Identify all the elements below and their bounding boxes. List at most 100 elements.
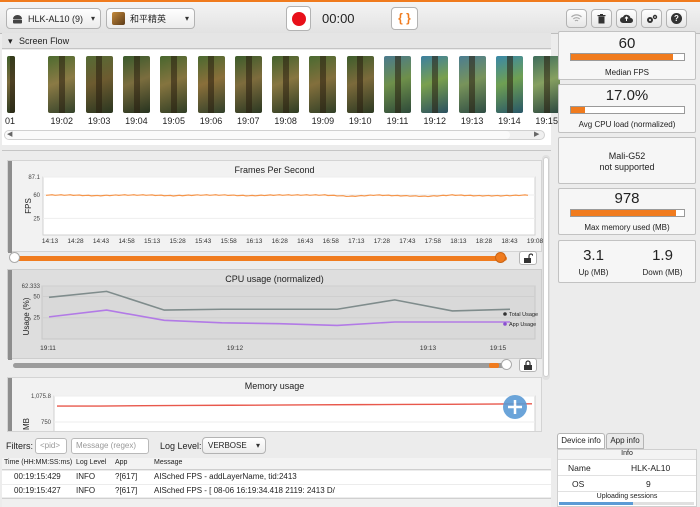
screenshot-thumbnail[interactable] (48, 56, 76, 113)
unlock-icon (524, 253, 533, 263)
y-tick-label: 750 (41, 420, 52, 426)
log-table-header: Time (HH:MM:SS:ms) Log Level App Message (2, 458, 551, 470)
gpu-name: Mali-G52 (608, 151, 646, 161)
screenshot-thumbnail[interactable] (85, 56, 113, 113)
time-range-slider[interactable] (13, 256, 507, 261)
median-fps-bar (570, 53, 685, 61)
pid-filter-input[interactable]: <pid> (35, 438, 67, 454)
screenshot-time-label: 19:14 (498, 116, 521, 126)
x-tick-label: 14:58 (118, 238, 135, 245)
delete-button[interactable] (591, 9, 612, 28)
toolbar: HLK-AL10 (9) ▾ 和平精英 ▾ 00:00 { } ? (0, 0, 700, 34)
cpu-card: 17.0% Avg CPU load (normalized) (558, 84, 696, 133)
wifi-button[interactable] (566, 9, 587, 28)
x-tick-label: 14:28 (67, 238, 84, 245)
screenshot-thumbnail[interactable] (197, 56, 225, 113)
fps-chart: 87.1 60 25FPS 14:13 14:28 14:43 14:58 15:13 15:2… (24, 175, 543, 245)
screenshot-thumbnail[interactable] (346, 56, 374, 113)
screenshot-thumbnail[interactable] (495, 56, 523, 113)
screenshot-thumbnail[interactable] (458, 56, 486, 113)
slider-start-handle[interactable] (9, 252, 20, 263)
col-log-level[interactable]: Log Level (76, 459, 106, 466)
cpu-bar (570, 106, 685, 114)
lock-button[interactable] (519, 251, 537, 265)
screenshot-thumbnail[interactable] (421, 56, 449, 113)
log-message: AISched FPS - addLayerName, tid:2413 (154, 472, 297, 481)
col-time[interactable]: Time (HH:MM:SS:ms) (4, 459, 72, 466)
tab-app-info[interactable]: App info (606, 433, 644, 449)
cpu-range-slider[interactable] (13, 363, 507, 368)
app-icon (112, 12, 125, 25)
x-tick-label: 15:43 (195, 238, 212, 245)
x-tick-label: 17:13 (348, 238, 365, 245)
plot-area (53, 395, 536, 431)
screenshot-thumbnail[interactable] (309, 56, 337, 113)
settings-button[interactable] (641, 9, 662, 28)
memory-bar (570, 209, 685, 217)
x-tick-label: 16:58 (323, 238, 340, 245)
json-button[interactable]: { } (391, 7, 418, 30)
app-name: 和平精英 (130, 14, 167, 24)
x-tick-label: 15:58 (221, 238, 238, 245)
screenshot-thumbnail[interactable] (272, 56, 300, 113)
message-filter-input[interactable]: Message (regex) (71, 438, 149, 454)
cpu-range-selection[interactable] (489, 363, 499, 368)
cpu-slider-handle[interactable] (501, 359, 512, 370)
cloud-upload-button[interactable] (616, 9, 637, 28)
lock-icon (524, 360, 532, 370)
info-value: HLK-AL10 (631, 463, 671, 473)
collapse-triangle-icon: ▾ (8, 36, 13, 46)
y-tick-label: 1,075.8 (31, 394, 52, 400)
memory-chart: 1,075.8750500MB (22, 394, 536, 431)
screenshot-thumbnail[interactable] (234, 56, 262, 113)
x-tick-label: 18:13 (450, 238, 467, 245)
col-message[interactable]: Message (154, 459, 182, 466)
slider-end-handle[interactable] (495, 252, 506, 263)
legend-entry: Total Usage (509, 312, 538, 318)
x-tick-label: 19:12 (227, 345, 244, 352)
x-tick-label: 16:13 (246, 238, 263, 245)
device-selector[interactable]: HLK-AL10 (9) ▾ (6, 8, 101, 29)
x-tick-label: 18:28 (476, 238, 493, 245)
scroll-left-icon[interactable]: ◀ (7, 130, 12, 138)
legend-marker (503, 322, 507, 326)
chevron-down-icon: ▾ (90, 14, 95, 23)
screenshot-time-label: 01 (4, 116, 15, 126)
cpu-lock-button[interactable] (519, 358, 537, 372)
table-row[interactable]: 00:19:15:429 INFO ?[617] AISched FPS - a… (2, 471, 551, 484)
log-app: ?[617] (115, 472, 138, 481)
cpu-chart-panel: CPU usage (normalized) 62.333 50 25 Usage (… (7, 269, 542, 360)
screenshot-thumbnail[interactable] (122, 56, 150, 113)
info-key: OS (572, 479, 585, 489)
download-value: 1.9 (652, 247, 673, 264)
help-button[interactable]: ? (666, 9, 687, 28)
log-scrollbar[interactable] (2, 498, 551, 507)
gpu-card: Mali-G52 not supported (558, 137, 696, 184)
screenshot-time-label: 19:11 (386, 116, 409, 126)
filters-label: Filters: (6, 441, 33, 451)
charts-scrollbar[interactable] (542, 155, 550, 380)
x-tick-label: 14:13 (42, 238, 59, 245)
log-level-select[interactable]: VERBOSE ▾ (202, 437, 266, 454)
gpu-status: not supported (599, 162, 655, 172)
screenshot-thumbnail[interactable] (160, 56, 188, 113)
log-app: ?[617] (115, 486, 138, 495)
add-marker-button[interactable] (503, 395, 527, 419)
help-icon: ? (671, 13, 682, 24)
memory-value: 978 (614, 190, 640, 207)
screenshot-thumbnail[interactable] (7, 56, 15, 113)
record-icon (292, 12, 306, 26)
table-row[interactable]: 00:19:15:427 INFO ?[617] AISched FPS - [… (2, 485, 551, 497)
tab-device-info[interactable]: Device info (557, 433, 605, 449)
log-level-value: VERBOSE (208, 441, 247, 450)
screenshot-thumbnail[interactable] (533, 56, 561, 113)
record-button[interactable] (286, 6, 311, 31)
app-selector[interactable]: 和平精英 ▾ (106, 8, 195, 29)
screen-flow-header[interactable]: ▾ Screen Flow (2, 33, 551, 49)
y-axis-label: Usage (%) (22, 297, 31, 335)
col-app[interactable]: App (115, 459, 127, 466)
screenshot-thumbnail[interactable] (384, 56, 411, 113)
scroll-right-icon[interactable]: ▶ (534, 130, 539, 138)
screenshot-time-label: 19:10 (348, 116, 372, 126)
screen-flow-scrollbar[interactable]: ◀ ▶ (4, 130, 545, 140)
